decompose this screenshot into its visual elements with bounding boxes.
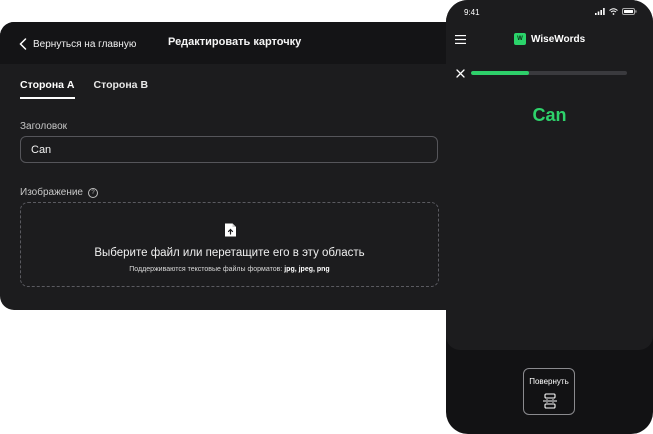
card-editor-panel: Вернуться на главную Редактировать карто…	[0, 22, 470, 310]
title-field-label: Заголовок	[20, 121, 68, 132]
dropzone-main-text: Выберите файл или перетащите его в эту о…	[94, 247, 365, 259]
status-time: 9:41	[464, 8, 480, 17]
battery-icon	[622, 8, 637, 15]
flip-card-icon	[543, 393, 557, 409]
dropzone-hint-formats: jpg, jpeg, png	[284, 266, 330, 273]
wifi-icon	[609, 8, 618, 15]
image-dropzone[interactable]: Выберите файл или перетащите его в эту о…	[20, 202, 439, 287]
flip-label: Повернуть	[529, 377, 569, 386]
question-circle-icon[interactable]: ?	[88, 187, 98, 198]
phone-preview: 9:41 W WiseWords Can Повернуть	[446, 0, 653, 434]
progress-fill	[471, 71, 529, 75]
flip-button[interactable]: Повернуть	[523, 368, 575, 415]
hamburger-icon[interactable]	[455, 35, 466, 44]
app-name: WiseWords	[531, 33, 586, 45]
side-tabs: Сторона А Сторона В	[20, 79, 148, 99]
dropzone-hint: Поддерживаются текстовые файлы форматов:…	[21, 266, 438, 273]
signal-icon	[595, 8, 605, 15]
page-title: Редактировать карточку	[168, 36, 302, 48]
back-label: Вернуться на главную	[33, 38, 137, 50]
dropzone-hint-prefix: Поддерживаются текстовые файлы форматов:	[129, 266, 283, 273]
image-field-label: Изображение	[20, 187, 83, 198]
close-icon[interactable]	[456, 69, 465, 78]
progress-bar	[471, 71, 627, 75]
editor-header: Вернуться на главную Редактировать карто…	[0, 22, 470, 64]
title-input-value: Can	[31, 143, 52, 156]
wisewords-logo: W	[514, 33, 526, 45]
app-bar: W WiseWords	[446, 26, 653, 54]
title-input[interactable]: Can	[20, 136, 438, 163]
phone-screen: 9:41 W WiseWords Can	[446, 0, 653, 350]
tab-side-a[interactable]: Сторона А	[20, 79, 75, 99]
card-word: Can	[532, 105, 567, 125]
chevron-left-icon	[19, 38, 27, 50]
brand: W WiseWords	[514, 33, 585, 45]
status-icons	[595, 8, 637, 15]
file-upload-icon	[225, 223, 236, 237]
back-to-home-button[interactable]: Вернуться на главную	[19, 35, 136, 53]
tab-side-b[interactable]: Сторона В	[94, 79, 149, 99]
image-field-label-row: Изображение ?	[20, 187, 98, 198]
